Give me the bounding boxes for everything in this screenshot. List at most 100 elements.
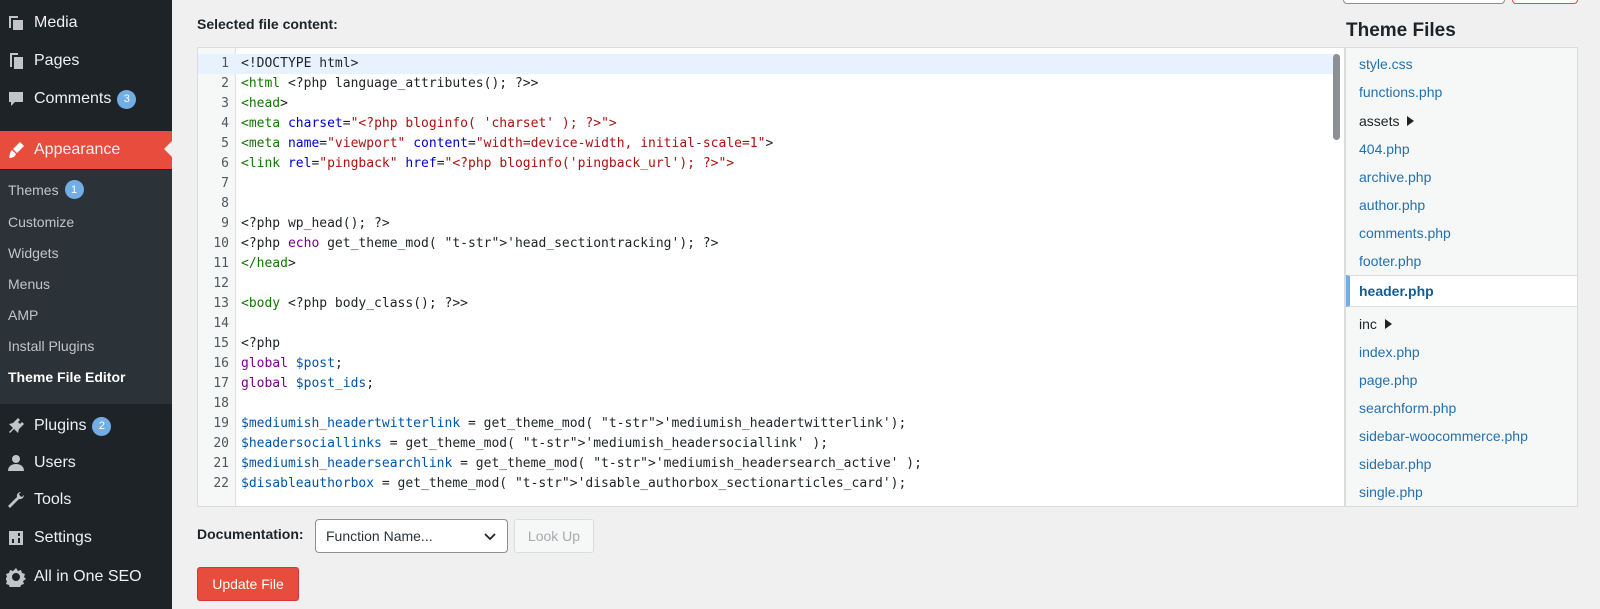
theme-file-label: 404.php — [1359, 141, 1410, 157]
function-name-select[interactable]: Function Name... — [315, 519, 508, 553]
code-line[interactable]: 17 global $post_ids; — [198, 374, 1338, 394]
code-editor[interactable]: 1 <!DOCTYPE html> 2 <html <?php language_at… — [197, 47, 1345, 507]
code-line[interactable]: 4 <meta charset="<?php bloginfo( 'charset… — [198, 114, 1338, 134]
caret-right-icon[interactable] — [1384, 319, 1392, 329]
theme-file-label: author.php — [1359, 197, 1426, 213]
code-text: <body <?php body_class(); ?>> — [241, 296, 468, 311]
code-line[interactable]: 14 — [198, 314, 1338, 334]
code-line[interactable]: 1 <!DOCTYPE html> — [198, 54, 1338, 74]
code-line[interactable]: 18 — [198, 394, 1338, 414]
theme-file-item[interactable]: 404.php — [1346, 135, 1577, 163]
code-line[interactable]: 2 <html <?php language_attributes(); ?>> — [198, 74, 1338, 94]
theme-file-item[interactable]: page.php — [1346, 366, 1577, 394]
editor-scrollbar[interactable] — [1333, 54, 1340, 140]
code-text: global $post; — [241, 356, 343, 371]
code-text: $headersociallinks = get_theme_mod( "t-s… — [241, 436, 829, 451]
code-line[interactable]: 7 — [198, 174, 1338, 194]
paintbrush-icon — [6, 140, 26, 160]
code-line[interactable]: 21 $mediumish_headersearchlink = get_them… — [198, 454, 1338, 474]
code-text: <link rel="pingback" href="<?php bloginf… — [241, 156, 735, 171]
wrench-icon — [6, 490, 26, 510]
code-line[interactable]: 16 global $post; — [198, 354, 1338, 374]
theme-file-label: index.php — [1359, 344, 1420, 360]
theme-file-label: functions.php — [1359, 84, 1443, 100]
theme-file-label: single.php — [1359, 484, 1423, 500]
code-line[interactable]: 10 <?php echo get_theme_mod( "t-str">'hea… — [198, 234, 1338, 254]
line-number: 7 — [221, 176, 229, 191]
code-text: <?php — [241, 336, 281, 351]
code-line[interactable]: 20 $headersociallinks = get_theme_mod( "t… — [198, 434, 1338, 454]
line-number: 2 — [221, 76, 229, 91]
line-number: 5 — [221, 136, 229, 151]
seo-gear-icon — [6, 567, 26, 587]
theme-file-item[interactable]: header.php — [1346, 275, 1577, 307]
code-line[interactable]: 11 </head> — [198, 254, 1338, 274]
theme-file-item[interactable]: author.php — [1346, 191, 1577, 219]
menu-media[interactable]: Media — [0, 5, 172, 41]
theme-file-item[interactable]: sidebar.php — [1346, 450, 1577, 478]
submenu-customize[interactable]: Customize — [8, 214, 74, 230]
code-line[interactable]: 13 <body <?php body_class(); ?>> — [198, 294, 1338, 314]
code-line[interactable]: 3 <head> — [198, 94, 1338, 114]
admin-sidebar: Media Pages Comments 3 Appearance Themes… — [0, 0, 172, 609]
submenu-customize-label: Customize — [8, 214, 75, 230]
theme-file-item[interactable]: archive.php — [1346, 163, 1577, 191]
pages-icon — [6, 51, 26, 71]
code-line[interactable]: 19 $mediumish_headertwitterlink = get_the… — [198, 414, 1338, 434]
line-number: 14 — [213, 316, 229, 331]
menu-plugins-label: Plugins — [34, 417, 87, 434]
documentation-label: Documentation: — [197, 526, 304, 542]
menu-tools-label: Tools — [34, 491, 72, 508]
theme-file-item[interactable]: sidebar-woocommerce.php — [1346, 422, 1577, 450]
submenu-amp[interactable]: AMP — [8, 307, 38, 323]
code-line[interactable]: 22 $disableauthorbox = get_theme_mod( "t-… — [198, 474, 1338, 494]
submenu-install-plugins[interactable]: Install Plugins — [8, 338, 94, 354]
theme-file-label: sidebar-woocommerce.php — [1359, 428, 1528, 444]
theme-file-item[interactable]: functions.php — [1346, 78, 1577, 106]
menu-pages-label: Pages — [34, 52, 80, 69]
menu-comments[interactable]: Comments 3 — [0, 81, 172, 117]
line-number: 4 — [221, 116, 229, 131]
comments-icon — [6, 89, 26, 109]
submenu-themes[interactable]: Themes 1 — [8, 180, 84, 199]
submenu-menus[interactable]: Menus — [8, 276, 50, 292]
submenu-theme-file-editor[interactable]: Theme File Editor — [8, 369, 125, 385]
theme-file-item[interactable]: searchform.php — [1346, 394, 1577, 422]
menu-settings[interactable]: Settings — [0, 520, 172, 556]
code-line[interactable]: 15 <?php — [198, 334, 1338, 354]
theme-file-item[interactable]: comments.php — [1346, 219, 1577, 247]
menu-all-in-one-seo[interactable]: All in One SEO — [0, 559, 172, 595]
plugins-count-badge: 2 — [92, 416, 112, 436]
theme-file-label: style.css — [1359, 56, 1413, 72]
theme-files-title: Theme Files — [1346, 20, 1456, 41]
select-theme-button[interactable] — [1512, 0, 1578, 4]
line-number: 19 — [213, 416, 229, 431]
code-text: <html <?php language_attributes(); ?>> — [241, 76, 539, 91]
theme-file-item[interactable]: style.css — [1346, 50, 1577, 78]
line-number: 11 — [213, 256, 229, 271]
menu-pages[interactable]: Pages — [0, 43, 172, 79]
submenu-widgets[interactable]: Widgets — [8, 245, 59, 261]
caret-right-icon[interactable] — [1407, 116, 1415, 126]
menu-users-label: Users — [34, 454, 76, 471]
line-number: 17 — [213, 376, 229, 391]
menu-appearance[interactable]: Appearance — [0, 131, 172, 169]
menu-plugins[interactable]: Plugins 2 — [0, 408, 172, 444]
theme-select-dropdown[interactable] — [1343, 0, 1505, 4]
theme-file-item[interactable]: index.php — [1346, 338, 1577, 366]
code-line[interactable]: 8 — [198, 194, 1338, 214]
code-line[interactable]: 6 <link rel="pingback" href="<?php blogin… — [198, 154, 1338, 174]
update-file-button[interactable]: Update File — [197, 567, 299, 601]
submenu-amp-label: AMP — [8, 307, 39, 323]
theme-file-item[interactable]: single.php — [1346, 478, 1577, 506]
look-up-button[interactable]: Look Up — [514, 519, 594, 553]
code-line[interactable]: 9 <?php wp_head(); ?> — [198, 214, 1338, 234]
theme-file-item[interactable]: footer.php — [1346, 247, 1577, 275]
menu-appearance-label: Appearance — [34, 141, 121, 158]
menu-users[interactable]: Users — [0, 445, 172, 481]
code-line[interactable]: 12 — [198, 274, 1338, 294]
menu-tools[interactable]: Tools — [0, 482, 172, 518]
code-line[interactable]: 5 <meta name="viewport" content="width=de… — [198, 134, 1338, 154]
theme-folder-item[interactable]: inc — [1346, 310, 1577, 338]
theme-folder-item[interactable]: assets — [1346, 107, 1577, 135]
